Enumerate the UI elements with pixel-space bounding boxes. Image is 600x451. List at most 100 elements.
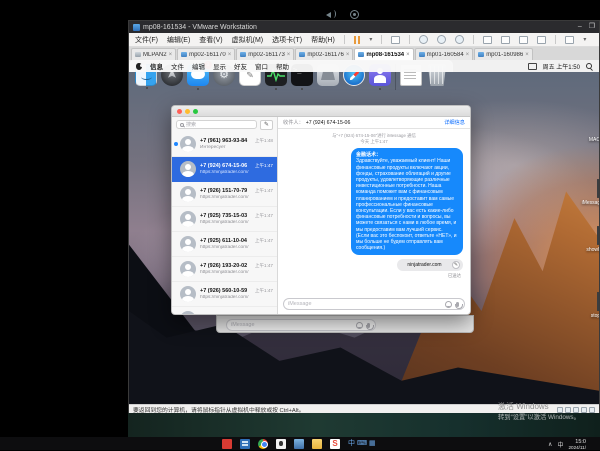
menu-edit[interactable]: 编辑(E) [167,35,190,45]
pause-dropdown-icon[interactable]: ▾ [369,36,372,43]
system-timestamp: 今天 上午1:47 [283,139,465,145]
message-input[interactable]: iMessage [283,298,465,310]
tray-clock[interactable]: 15:0 2024/11/ [568,439,586,451]
details-button[interactable]: 详细信息 [444,119,465,126]
taskbar-app-blue-icon[interactable] [294,439,304,449]
menu-file[interactable]: 文件(F) [135,35,158,45]
desktop-icon-stop-script[interactable]: stop… [581,293,599,319]
taskbar-sogou-icon[interactable]: S [330,439,340,449]
zoom-button[interactable] [193,109,198,114]
apple-menu-icon[interactable] [136,63,142,70]
menu-messages[interactable]: 信息 [150,61,163,71]
tab-close-icon[interactable]: × [169,52,173,58]
speaker-icon[interactable] [326,10,336,19]
layout-dropdown-icon[interactable]: ▾ [583,36,586,43]
microphone-icon[interactable] [456,302,459,307]
console-view-icon[interactable] [483,36,492,44]
message-scroll-area[interactable]: 与“+7 (924) 674-15-06”进行 iMessage 通信 今天 上… [278,129,470,295]
tab-close-icon[interactable]: × [406,52,410,58]
vm-tab[interactable]: mp02-161176× [295,48,353,60]
message-thread-panel: 收件人： +7 (924) 674-15-06 详细信息 与“+7 (924) … [278,117,470,315]
menubar-clock[interactable]: 周五 上午1:50 [543,62,580,71]
minimize-button[interactable]: – [578,22,582,32]
minimize-button[interactable] [185,109,190,114]
menu-window[interactable]: 窗口 [255,61,268,71]
messages-window-background[interactable]: iMessage [216,315,474,333]
menu-view[interactable]: 显示 [213,61,226,71]
library-icon[interactable] [537,36,546,44]
message-input[interactable]: iMessage [226,319,376,331]
record-icon[interactable] [350,10,359,19]
menu-vm[interactable]: 虚拟机(M) [232,35,264,45]
vm-screen: 信息 文件 编辑 显示 好友 窗口 帮助 周五 上午1:50 MACOS [129,60,599,404]
send-icon[interactable] [391,36,400,44]
taskbar-app-red-icon[interactable] [222,439,232,449]
compose-button[interactable]: ✎ [260,120,273,130]
emoji-icon[interactable] [356,322,363,329]
conversation-row-selected[interactable]: +7 (924) 674-15-06上午1:47https://ninjatra… [172,157,277,182]
menu-edit[interactable]: 编辑 [192,61,205,71]
tab-close-icon[interactable]: × [525,52,529,58]
fullscreen-icon[interactable] [501,36,510,44]
menu-file[interactable]: 文件 [171,61,184,71]
taskbar-file-explorer-icon[interactable] [312,439,322,449]
desktop-icon-showlog-script[interactable]: showlog… [581,227,599,253]
unity-icon[interactable] [519,36,528,44]
taskbar-itunes-icon[interactable] [276,439,286,449]
messages-titlebar[interactable] [172,106,470,117]
conversation-row[interactable]: +7 (925) 611-10-04上午1:47https://ninjatra… [172,232,277,257]
menu-help[interactable]: 帮助 [276,61,289,71]
menu-view[interactable]: 查看(V) [199,35,222,45]
conversation-row[interactable]: +7 (926) 560-10-59上午1:47https://ninjatra… [172,282,277,307]
snapshot-manager-icon[interactable] [455,35,464,44]
display-icon[interactable] [528,63,537,70]
vm-tab[interactable]: mp02-161170× [177,48,235,60]
recipient-value[interactable]: +7 (924) 674-15-06 [306,120,351,126]
search-input[interactable]: 搜索 [176,120,257,129]
pause-icon[interactable] [354,36,361,44]
spotlight-icon[interactable] [586,63,592,69]
vm-tab[interactable]: mp01-160986× [474,48,533,60]
maximize-button[interactable]: ❐ [589,22,595,32]
conversation-row[interactable]: +7 (925) 735-15-03上午1:47https://ninjatra… [172,207,277,232]
outgoing-message-bubble[interactable]: 金融话术： Здравствуйте, уважаемый клиент! На… [351,148,463,255]
avatar [180,261,196,277]
desktop-icon-imessage-script[interactable]: iMessageDe… [581,180,599,206]
snapshot-clock-icon[interactable] [419,35,428,44]
vm-tab[interactable]: mp01-160584× [415,48,474,60]
ime-toolbar[interactable]: 中 ⌨ ▦ [348,439,376,449]
vmware-logo-icon [133,24,140,31]
taskbar-chrome-icon[interactable] [258,439,268,449]
desktop-icon-macos-folder[interactable]: MACOS [581,135,599,143]
vm-tab[interactable]: mp02-161173× [236,48,294,60]
pencil-icon: ✎ [452,261,460,269]
tab-close-icon[interactable]: × [228,52,232,58]
menu-buddies[interactable]: 好友 [234,61,247,71]
vm-tab-active[interactable]: mp08-161534× [354,48,413,60]
vm-tab[interactable]: MLPAN2× [131,48,176,60]
snapshot-camera-icon[interactable] [437,35,446,44]
conversation-row[interactable]: +7 (926) 617-30-66上午1:47 [172,307,277,315]
tab-close-icon[interactable]: × [287,52,291,58]
vmware-tabbar: MLPAN2× mp02-161170× mp02-161173× mp02-1… [129,47,599,60]
usb-status-icon[interactable] [581,407,587,413]
tray-ime-badge[interactable]: 中 [557,440,563,449]
emoji-icon[interactable] [445,301,452,308]
vmware-window: mp08-161534 - VMware Workstation – ❐ 文件(… [128,20,600,413]
tab-close-icon[interactable]: × [466,52,470,58]
link-bubble[interactable]: ninjatrader.com ✎ [397,259,463,271]
menu-tabs[interactable]: 选项卡(T) [272,35,302,45]
layout-icon[interactable] [565,36,574,44]
close-button[interactable] [177,109,182,114]
conversation-row[interactable]: +7 (926) 151-70-79上午1:47https://ninjatra… [172,182,277,207]
conversation-row[interactable]: +7 (961) 963-93-84上午1:48Интересует [172,132,277,157]
vm-tab-icon [478,52,484,57]
microphone-icon[interactable] [367,323,370,328]
tray-chevron-icon[interactable]: ∧ [548,441,552,448]
toolbar-separator [381,35,382,44]
menu-help[interactable]: 帮助(H) [311,35,335,45]
tab-close-icon[interactable]: × [346,52,350,58]
sound-status-icon[interactable] [589,407,595,413]
conversation-row[interactable]: +7 (926) 193-20-02上午1:47https://ninjatra… [172,257,277,282]
taskbar-vmware-icon[interactable] [240,439,250,449]
